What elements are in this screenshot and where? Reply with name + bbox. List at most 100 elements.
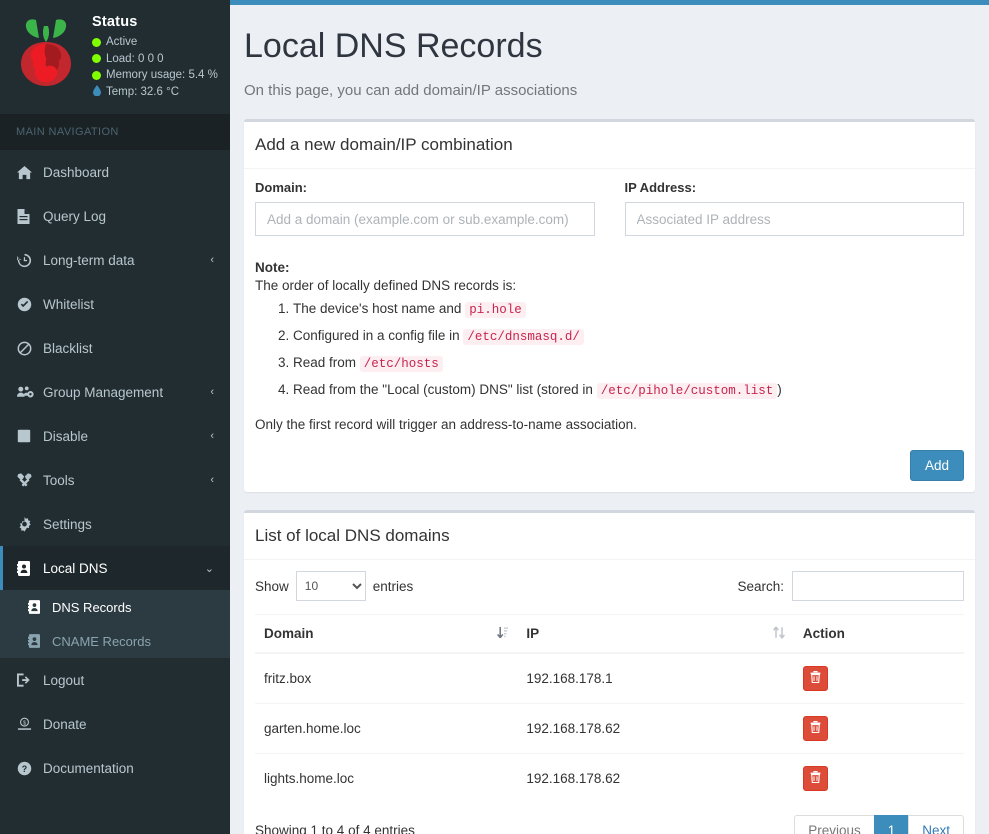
- sort-none-icon: [772, 626, 785, 642]
- note-item-code: pi.hole: [465, 302, 526, 319]
- sidebar: Status Active Load: 0 0 0 Memory usage: …: [0, 0, 230, 834]
- note-item-pre: The device's host name and: [293, 301, 466, 317]
- column-header-domain[interactable]: Domain: [255, 614, 518, 655]
- note-item-pre: Configured in a config file in: [293, 328, 464, 344]
- status-memory-label: Memory usage: 5.4 %: [106, 69, 218, 81]
- cell-domain: garten.home.loc: [255, 703, 518, 754]
- check-circle-icon: [17, 297, 43, 312]
- note-list-item: Read from the "Local (custom) DNS" list …: [293, 380, 964, 401]
- dns-list-panel-body: Show 10 25 50 100 All entries Search: [244, 560, 975, 834]
- chevron-left-icon-group-management: ‹: [210, 386, 214, 398]
- donate-icon: $: [17, 717, 43, 731]
- page-subtitle: On this page, you can add domain/IP asso…: [244, 82, 578, 100]
- ip-field-group: IP Address:: [624, 180, 964, 237]
- sidebar-item-dns-records[interactable]: DNS Records: [0, 590, 230, 624]
- sidebar-item-local-dns[interactable]: Local DNS ⌄: [0, 546, 230, 590]
- ban-icon: [17, 341, 43, 356]
- note-title: Note:: [255, 260, 290, 276]
- tools-icon: [17, 472, 43, 488]
- pagination-page-1[interactable]: 1: [873, 815, 909, 834]
- chevron-left-icon-disable: ‹: [210, 430, 214, 442]
- table-row: garten.home.loc 192.168.178.62: [255, 703, 964, 754]
- note-item-code: /etc/dnsmasq.d/: [463, 329, 584, 346]
- cell-ip: 192.168.178.62: [517, 753, 794, 804]
- sidebar-item-disable[interactable]: Disable ‹: [0, 414, 230, 458]
- pagination-previous[interactable]: Previous: [794, 815, 874, 834]
- page-title: Local DNS Records: [244, 27, 543, 65]
- sidebar-item-long-term-data[interactable]: Long-term data ‹: [0, 238, 230, 282]
- note-item-code: /etc/hosts: [359, 356, 443, 373]
- note-tail: Only the first record will trigger an ad…: [255, 417, 637, 433]
- status-panel: Status Active Load: 0 0 0 Memory usage: …: [0, 0, 230, 114]
- status-title: Status: [92, 14, 138, 30]
- column-header-action: Action: [793, 614, 964, 655]
- dns-list-panel: List of local DNS domains Show 10 25 50 …: [244, 510, 975, 834]
- domain-input[interactable]: [255, 202, 595, 237]
- show-label: Show: [255, 578, 289, 594]
- ip-address-input[interactable]: [624, 202, 964, 237]
- sidebar-label-dns-records: DNS Records: [52, 599, 132, 615]
- pihole-logo: [0, 10, 92, 90]
- add-record-panel-body: Domain: IP Address: Note: The order of l…: [244, 169, 975, 492]
- add-record-panel: Add a new domain/IP combination Domain: …: [244, 119, 975, 493]
- sidebar-label-tools: Tools: [43, 472, 75, 488]
- sidebar-submenu-local-dns: DNS Records CNAME Records: [0, 590, 230, 658]
- sidebar-label-group-management: Group Management: [43, 384, 164, 400]
- sidebar-item-blacklist[interactable]: Blacklist: [0, 326, 230, 370]
- cell-action: [793, 703, 964, 754]
- note-list-item: Configured in a config file in /etc/dnsm…: [293, 326, 964, 347]
- status-load-label: Load: 0 0 0: [106, 52, 164, 65]
- chevron-left-icon-tools: ‹: [210, 474, 214, 486]
- sidebar-label-settings: Settings: [43, 516, 92, 532]
- dns-list-panel-title: List of local DNS domains: [255, 526, 450, 546]
- add-button[interactable]: Add: [909, 450, 964, 482]
- sidebar-item-settings[interactable]: Settings: [0, 502, 230, 546]
- status-dot-memory: [92, 70, 101, 80]
- delete-record-button[interactable]: [802, 716, 828, 742]
- note-ordered-list: The device's host name and pi.hole Confi…: [255, 299, 964, 401]
- sidebar-item-logout[interactable]: Logout: [0, 658, 230, 702]
- sidebar-item-donate[interactable]: $ Donate: [0, 702, 230, 746]
- sidebar-item-tools[interactable]: Tools ‹: [0, 458, 230, 502]
- chevron-down-icon-local-dns: ⌄: [204, 562, 214, 575]
- pagination: Previous 1 Next: [794, 815, 964, 834]
- table-search-control: Search:: [737, 571, 964, 602]
- sidebar-item-group-management[interactable]: Group Management ‹: [0, 370, 230, 414]
- raspberry-logo-icon: [21, 19, 71, 86]
- svg-text:?: ?: [22, 763, 27, 773]
- table-header-row: Domain IP Action: [255, 614, 964, 655]
- sidebar-item-whitelist[interactable]: Whitelist: [0, 282, 230, 326]
- note-intro: The order of locally defined DNS records…: [255, 278, 517, 294]
- sidebar-item-cname-records[interactable]: CNAME Records: [0, 624, 230, 658]
- sign-out-icon: [17, 673, 43, 687]
- address-book-icon: [17, 560, 43, 576]
- address-book-icon: [28, 600, 52, 614]
- chevron-left-icon-long-term-data: ‹: [210, 254, 214, 266]
- table-info: Showing 1 to 4 of 4 entries: [255, 823, 415, 834]
- trash-icon: [810, 771, 821, 786]
- table-row: lights.home.loc 192.168.178.62: [255, 753, 964, 804]
- delete-record-button[interactable]: [802, 766, 828, 792]
- cell-action: [793, 652, 964, 704]
- add-record-panel-title: Add a new domain/IP combination: [255, 135, 513, 155]
- page-length-select[interactable]: 10 25 50 100 All: [295, 571, 366, 602]
- add-record-panel-header: Add a new domain/IP combination: [244, 122, 975, 170]
- note-list-item: Read from /etc/hosts: [293, 353, 964, 374]
- search-input[interactable]: [792, 571, 964, 602]
- sidebar-item-documentation[interactable]: ? Documentation: [0, 746, 230, 790]
- column-header-ip[interactable]: IP: [517, 614, 794, 655]
- status-dot-load: [92, 54, 101, 64]
- status-memory: Memory usage: 5.4 %: [92, 67, 218, 84]
- nav-section-header: MAIN NAVIGATION: [0, 114, 230, 150]
- sidebar-item-query-log[interactable]: Query Log: [0, 194, 230, 238]
- sidebar-item-dashboard[interactable]: Dashboard: [0, 150, 230, 194]
- delete-record-button[interactable]: [802, 666, 828, 692]
- cell-domain: lights.home.loc: [255, 753, 518, 804]
- status-info: Status Active Load: 0 0 0 Memory usage: …: [92, 10, 218, 100]
- pagination-next[interactable]: Next: [908, 815, 964, 834]
- column-label-action: Action: [802, 626, 845, 642]
- sidebar-label-blacklist: Blacklist: [43, 340, 93, 356]
- stop-square-icon: [17, 429, 43, 443]
- sort-desc-icon: [497, 626, 509, 642]
- users-gear-icon: [17, 385, 43, 399]
